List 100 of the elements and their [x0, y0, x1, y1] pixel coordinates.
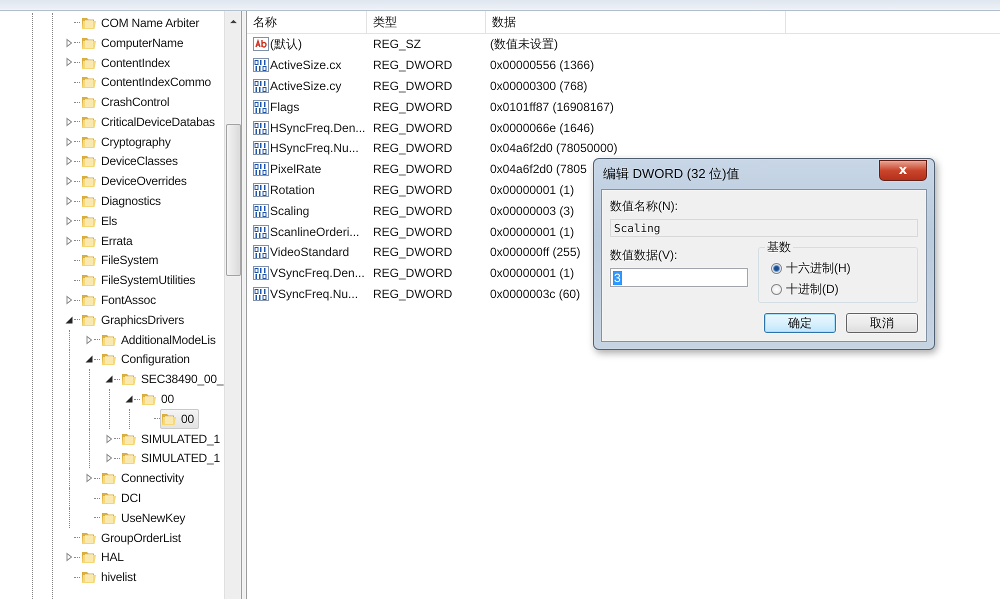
- binary-value-icon: [253, 120, 269, 136]
- expand-arrow-icon[interactable]: [64, 176, 74, 186]
- tree-item[interactable]: ContentIndexCommo: [80, 72, 214, 92]
- folder-icon: [81, 292, 97, 308]
- expand-arrow-icon[interactable]: [84, 473, 94, 484]
- expand-arrow-icon[interactable]: [64, 552, 74, 562]
- tree-item[interactable]: GraphicsDrivers: [80, 310, 188, 330]
- value-name[interactable]: (默认): [270, 36, 302, 53]
- value-name[interactable]: HSyncFreq.Den...: [270, 120, 366, 135]
- scroll-thumb[interactable]: [226, 124, 240, 276]
- value-name[interactable]: VSyncFreq.Nu...: [270, 286, 358, 301]
- tree-item[interactable]: CrashControl: [80, 92, 172, 112]
- tree-item[interactable]: Cryptography: [80, 132, 174, 152]
- binary-value-icon: [253, 78, 269, 94]
- value-name[interactable]: ActiveSize.cy: [270, 78, 342, 93]
- value-data: 0x0101ff87 (16908167): [489, 100, 614, 114]
- tree-item[interactable]: Diagnostics: [80, 191, 164, 212]
- value-name-field[interactable]: Scaling: [610, 219, 918, 237]
- value-type: REG_DWORD: [372, 245, 454, 260]
- radio-button[interactable]: [771, 263, 782, 274]
- binary-value-icon: [253, 286, 269, 302]
- binary-value-icon: [253, 182, 269, 198]
- expand-arrow-icon[interactable]: [64, 57, 74, 68]
- tree-item[interactable]: AdditionalModeLis: [100, 330, 219, 350]
- radio-label[interactable]: 十进制(D): [786, 281, 839, 298]
- radio-label[interactable]: 十六进制(H): [786, 260, 851, 277]
- value-data: 0x000000ff (255): [489, 245, 581, 260]
- expand-arrow-icon[interactable]: [64, 295, 74, 306]
- value-data: 0x00000001 (1): [489, 182, 574, 197]
- tree-item[interactable]: DeviceOverrides: [80, 171, 190, 192]
- tree-item[interactable]: FileSystem: [80, 250, 162, 270]
- dialog-button[interactable]: 确定: [764, 313, 836, 333]
- expand-arrow-icon[interactable]: [64, 116, 74, 127]
- field-label: 数值名称(N):: [610, 198, 679, 215]
- expand-arrow-icon[interactable]: [64, 38, 74, 48]
- value-data: 0x0000003c (60): [489, 286, 580, 301]
- tree-item[interactable]: UseNewKey: [100, 508, 188, 528]
- tree-item[interactable]: SEC38490_00_: [120, 369, 224, 390]
- close-button[interactable]: x: [879, 160, 927, 181]
- binary-value-icon: [253, 265, 269, 282]
- tree-item[interactable]: DeviceClasses: [80, 151, 181, 172]
- value-type: REG_DWORD: [372, 100, 454, 114]
- tree-item[interactable]: GroupOrderList: [80, 528, 184, 548]
- value-name[interactable]: Flags: [270, 100, 300, 114]
- tree-item[interactable]: ComputerName: [80, 32, 186, 53]
- expand-arrow-icon[interactable]: [64, 236, 74, 246]
- folder-icon: [81, 153, 97, 170]
- tree-item[interactable]: SIMULATED_1: [120, 428, 223, 449]
- collapse-arrow-icon[interactable]: [104, 374, 114, 384]
- tree-item[interactable]: FontAssoc: [80, 290, 159, 310]
- tree-item[interactable]: Configuration: [100, 349, 193, 370]
- tree-item[interactable]: 00: [140, 389, 177, 410]
- folder-icon: [101, 351, 117, 368]
- scrollbar[interactable]: [224, 11, 241, 599]
- collapse-arrow-icon[interactable]: [124, 394, 134, 404]
- dialog-button[interactable]: 取消: [846, 313, 918, 333]
- column-header[interactable]: 名称: [247, 11, 367, 33]
- value-name[interactable]: ScanlineOrderi...: [270, 224, 360, 239]
- tree-item[interactable]: SIMULATED_1: [120, 448, 223, 468]
- tree-item[interactable]: Errata: [80, 230, 136, 251]
- tree-item[interactable]: HAL: [80, 547, 127, 568]
- tree-item[interactable]: Connectivity: [100, 468, 187, 488]
- value-name[interactable]: HSyncFreq.Nu...: [270, 141, 359, 156]
- expand-arrow-icon[interactable]: [84, 334, 94, 345]
- tree-item[interactable]: hivelist: [80, 567, 140, 588]
- value-type: REG_DWORD: [372, 78, 454, 93]
- expand-arrow-icon[interactable]: [104, 453, 114, 464]
- expand-arrow-icon[interactable]: [64, 136, 74, 147]
- group-label: 基数: [765, 239, 793, 256]
- expand-arrow-icon[interactable]: [64, 216, 74, 226]
- value-name[interactable]: Rotation: [270, 182, 315, 197]
- collapse-arrow-icon[interactable]: [64, 314, 74, 325]
- value-name[interactable]: ActiveSize.cx: [270, 58, 342, 72]
- column-header[interactable]: 数据: [486, 11, 786, 33]
- collapse-arrow-icon[interactable]: [84, 354, 94, 364]
- tree-item[interactable]: DCI: [100, 488, 144, 508]
- tree-item[interactable]: CriticalDeviceDatabas: [80, 112, 218, 132]
- value-type: REG_DWORD: [372, 141, 454, 156]
- value-data: 0x00000001 (1): [489, 266, 574, 280]
- expand-arrow-icon[interactable]: [104, 434, 114, 444]
- folder-icon: [81, 94, 97, 110]
- value-name[interactable]: Scaling: [270, 204, 310, 218]
- tree-item[interactable]: Els: [80, 210, 120, 231]
- radio-button[interactable]: [771, 284, 782, 295]
- value-name[interactable]: VSyncFreq.Den...: [270, 266, 365, 280]
- folder-icon: [81, 272, 97, 288]
- expand-arrow-icon[interactable]: [64, 196, 74, 206]
- value-type: REG_DWORD: [372, 182, 454, 197]
- scroll-up-arrow-icon[interactable]: [228, 19, 238, 24]
- value-name[interactable]: VideoStandard: [270, 245, 350, 260]
- column-header[interactable]: 类型: [367, 11, 486, 33]
- tree-item[interactable]: FileSystemUtilities: [80, 270, 198, 290]
- folder-icon: [141, 391, 157, 408]
- tree-item[interactable]: COM Name Arbiter: [80, 12, 202, 33]
- value-data: 0x0000066e (1646): [489, 120, 594, 135]
- tree-item[interactable]: 00: [160, 408, 199, 429]
- value-type: REG_DWORD: [372, 58, 454, 72]
- expand-arrow-icon[interactable]: [64, 156, 74, 166]
- tree-item[interactable]: ContentIndex: [80, 52, 173, 72]
- value-name[interactable]: PixelRate: [270, 162, 322, 176]
